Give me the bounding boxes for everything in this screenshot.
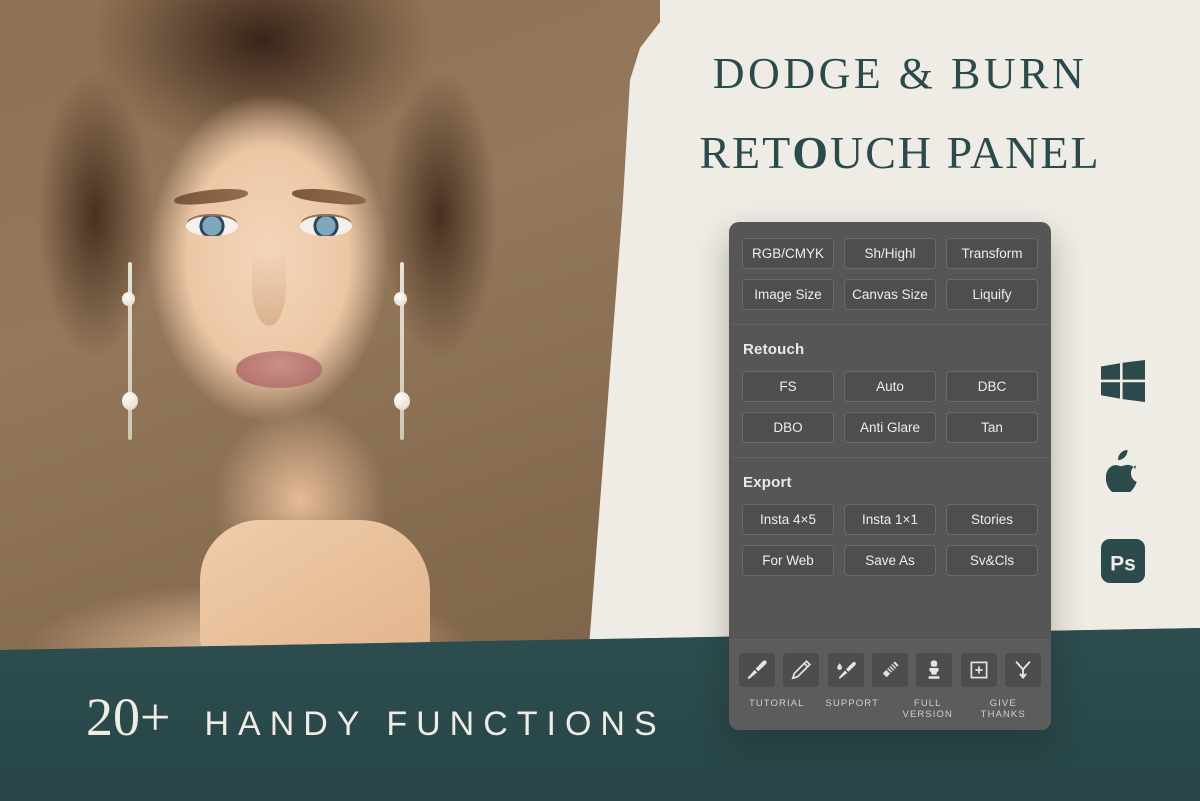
button-dbo[interactable]: DBO <box>742 412 834 443</box>
button-insta-1x1[interactable]: Insta 1×1 <box>844 504 936 535</box>
export-section-title: Export <box>743 474 792 491</box>
brush-icon[interactable] <box>739 653 775 687</box>
hand <box>200 520 430 650</box>
button-canvas-size[interactable]: Canvas Size <box>844 279 936 310</box>
platform-icon-list: Ps <box>1100 358 1146 584</box>
pearl-left-upper <box>122 292 135 306</box>
toolbar-label-tutorial[interactable]: TUTORIAL <box>739 698 815 720</box>
headline-line-2-pre: RET <box>699 127 793 178</box>
eye-left <box>186 216 238 236</box>
function-count: 20+ <box>86 687 171 747</box>
new-layer-icon[interactable] <box>960 653 997 687</box>
headline-line-2: RETOUCH PANEL <box>640 130 1160 176</box>
eraser-icon[interactable] <box>871 653 908 687</box>
panel-section-retouch: Retouch FS Auto DBC DBO Anti Glare Tan <box>729 324 1051 457</box>
button-fs[interactable]: FS <box>742 371 834 402</box>
retouch-section-title: Retouch <box>743 341 805 358</box>
eyebrow-right <box>291 186 367 207</box>
button-row: Image Size Canvas Size Liquify <box>742 279 1038 310</box>
button-save-and-close[interactable]: Sv&Cls <box>946 545 1038 576</box>
button-dbc[interactable]: DBC <box>946 371 1038 402</box>
button-rgb-cmyk[interactable]: RGB/CMYK <box>742 238 834 269</box>
headline-line-2-accent: O <box>792 127 831 178</box>
button-tan[interactable]: Tan <box>946 412 1038 443</box>
model-photo <box>0 0 660 660</box>
windows-icon <box>1100 358 1146 404</box>
eyebrow-left <box>173 186 249 207</box>
button-transform[interactable]: Transform <box>946 238 1038 269</box>
panel-section-tools: RGB/CMYK Sh/Highl Transform Image Size C… <box>729 222 1051 324</box>
pearl-left-lower <box>122 392 138 410</box>
button-row: RGB/CMYK Sh/Highl Transform <box>742 238 1038 269</box>
headline-line-1: DODGE & BURN <box>712 49 1088 98</box>
button-row: DBO Anti Glare Tan <box>742 412 1038 443</box>
toolbar-label-row: TUTORIAL SUPPORT FULL VERSION GIVE THANK… <box>739 698 1041 720</box>
retouch-panel: RGB/CMYK Sh/Highl Transform Image Size C… <box>729 222 1051 730</box>
lips <box>236 352 322 388</box>
button-image-size[interactable]: Image Size <box>742 279 834 310</box>
photoshop-icon: Ps <box>1100 538 1146 584</box>
clone-stamp-icon[interactable] <box>916 653 953 687</box>
toolbar-icon-row <box>739 653 1041 687</box>
svg-text:Ps: Ps <box>1110 553 1136 576</box>
pearl-right-lower <box>394 392 410 410</box>
button-for-web[interactable]: For Web <box>742 545 834 576</box>
button-liquify[interactable]: Liquify <box>946 279 1038 310</box>
earring-right <box>400 262 404 440</box>
button-sh-highl[interactable]: Sh/Highl <box>844 238 936 269</box>
earring-left <box>128 262 132 440</box>
pencil-icon[interactable] <box>783 653 820 687</box>
headline-block: DODGE & BURN RETOUCH PANEL <box>640 52 1160 176</box>
button-auto[interactable]: Auto <box>844 371 936 402</box>
nose <box>252 248 286 326</box>
toolbar-label-give-thanks[interactable]: GIVE THANKS <box>966 698 1042 720</box>
button-save-as[interactable]: Save As <box>844 545 936 576</box>
panel-toolbar: TUTORIAL SUPPORT FULL VERSION GIVE THANK… <box>729 639 1051 730</box>
button-row: For Web Save As Sv&Cls <box>742 545 1038 576</box>
mixer-brush-icon[interactable] <box>827 653 864 687</box>
pearl-right-upper <box>394 292 407 306</box>
button-row: Insta 4×5 Insta 1×1 Stories <box>742 504 1038 535</box>
function-count-label: HANDY FUNCTIONS <box>204 705 666 743</box>
toolbar-label-full-version[interactable]: FULL VERSION <box>890 698 966 720</box>
button-row: FS Auto DBC <box>742 371 1038 402</box>
wishbone-icon[interactable] <box>1004 653 1041 687</box>
button-insta-4x5[interactable]: Insta 4×5 <box>742 504 834 535</box>
button-stories[interactable]: Stories <box>946 504 1038 535</box>
poster-canvas: DODGE & BURN RETOUCH PANEL 20+ HANDY FUN… <box>0 0 1200 801</box>
footer-headline: 20+ HANDY FUNCTIONS <box>86 690 666 744</box>
headline-line-2-post: UCH PANEL <box>830 127 1101 178</box>
toolbar-label-support[interactable]: SUPPORT <box>815 698 891 720</box>
apple-icon <box>1100 448 1146 494</box>
eye-right <box>300 216 352 236</box>
button-anti-glare[interactable]: Anti Glare <box>844 412 936 443</box>
panel-section-export: Export Insta 4×5 Insta 1×1 Stories For W… <box>729 457 1051 590</box>
